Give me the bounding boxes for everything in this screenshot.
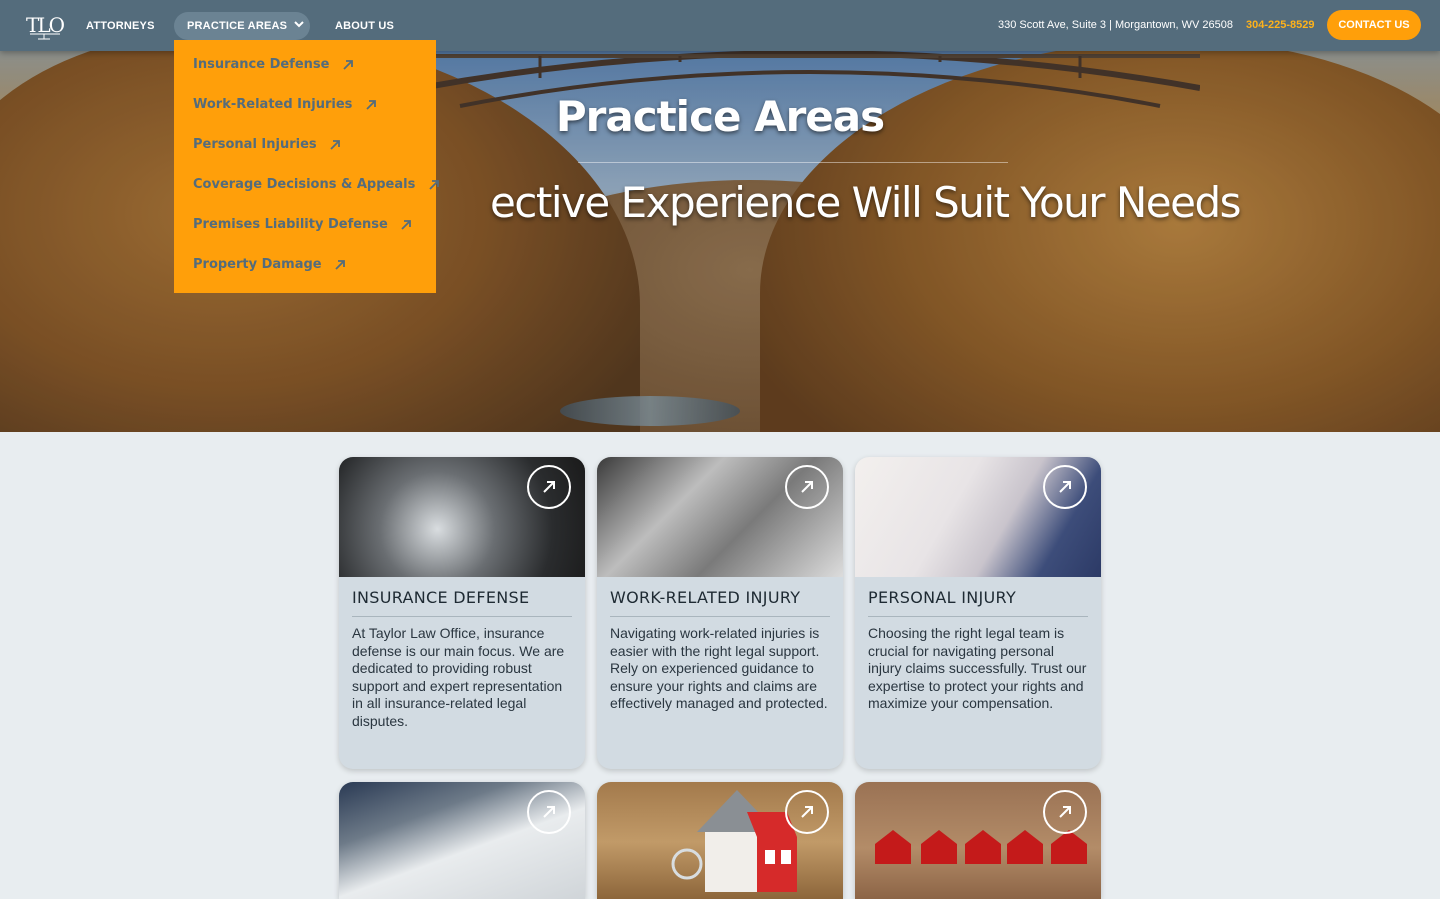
arrow-up-right-icon xyxy=(801,806,813,818)
hero-divider xyxy=(578,162,1008,163)
card-title: PERSONAL INJURY xyxy=(868,588,1017,607)
external-arrow-icon xyxy=(343,59,353,70)
card-description: At Taylor Law Office, insurance defense … xyxy=(352,625,565,729)
open-link-button[interactable] xyxy=(785,465,829,509)
open-link-button[interactable] xyxy=(527,790,571,834)
open-link-button[interactable] xyxy=(785,790,829,834)
phone-link[interactable]: 304-225-8529 xyxy=(1246,19,1315,31)
practice-card-premises[interactable] xyxy=(597,782,843,899)
open-link-button[interactable] xyxy=(527,465,571,509)
arrow-up-right-icon xyxy=(801,481,813,493)
external-arrow-icon xyxy=(330,139,341,150)
dropdown-item-label: Personal Injuries xyxy=(193,137,317,152)
nav-practice-label: PRACTICE AREAS xyxy=(187,20,288,32)
arrow-up-right-icon xyxy=(543,481,555,493)
dropdown-item-label: Coverage Decisions & Appeals xyxy=(193,177,416,192)
practice-card-property-damage[interactable] xyxy=(855,782,1101,899)
practice-card-coverage[interactable] xyxy=(339,782,585,899)
practice-card-work-related-injury[interactable]: WORK-RELATED INJURY Navigating work-rela… xyxy=(597,457,843,769)
external-arrow-icon xyxy=(429,179,439,190)
chevron-down-icon xyxy=(294,11,305,39)
nav-practice-areas[interactable]: PRACTICE AREAS xyxy=(174,12,310,40)
dropdown-item-label: Work-Related Injuries xyxy=(193,97,353,112)
dropdown-item[interactable]: Work-Related Injuries xyxy=(193,95,377,115)
hero-subtitle: ective Experience Will Suit Your Needs xyxy=(489,178,1242,227)
logo[interactable]: TLO xyxy=(24,8,64,42)
dropdown-item[interactable]: Personal Injuries xyxy=(193,135,341,155)
external-arrow-icon xyxy=(401,219,412,230)
office-address: 330 Scott Ave, Suite 3 | Morgantown, WV … xyxy=(998,19,1234,31)
dropdown-item[interactable]: Property Damage xyxy=(193,255,346,275)
card-description: Navigating work-related injuries is easi… xyxy=(610,625,828,712)
card-description: Choosing the right legal team is crucial… xyxy=(868,625,1087,712)
dropdown-item[interactable]: Premises Liability Defense xyxy=(193,215,412,235)
card-divider xyxy=(610,616,830,617)
external-arrow-icon xyxy=(366,99,376,110)
nav-attorneys[interactable]: ATTORNEYS xyxy=(86,12,155,40)
arrow-up-right-icon xyxy=(1059,481,1071,493)
external-arrow-icon xyxy=(335,259,346,270)
practice-card-insurance-defense[interactable]: INSURANCE DEFENSE At Taylor Law Office, … xyxy=(339,457,585,769)
dropdown-item-label: Premises Liability Defense xyxy=(193,217,388,232)
svg-text:TLO: TLO xyxy=(26,13,64,37)
card-title: WORK-RELATED INJURY xyxy=(610,588,801,607)
card-title: INSURANCE DEFENSE xyxy=(352,588,530,607)
scales-logo-icon: TLO xyxy=(26,13,64,40)
arrow-up-right-icon xyxy=(543,806,555,818)
arrow-up-right-icon xyxy=(1059,806,1071,818)
open-link-button[interactable] xyxy=(1043,465,1087,509)
dropdown-item-label: Property Damage xyxy=(193,257,322,272)
contact-us-button[interactable]: CONTACT US xyxy=(1327,10,1421,40)
open-link-button[interactable] xyxy=(1043,790,1087,834)
nav-about-us[interactable]: ABOUT US xyxy=(335,12,394,40)
practice-areas-dropdown: Insurance Defense Work-Related Injuries … xyxy=(174,40,439,293)
card-divider xyxy=(868,616,1088,617)
dropdown-item[interactable]: Insurance Defense xyxy=(193,55,354,75)
card-divider xyxy=(352,616,572,617)
practice-card-personal-injury[interactable]: PERSONAL INJURY Choosing the right legal… xyxy=(855,457,1101,769)
dropdown-item[interactable]: Coverage Decisions & Appeals xyxy=(193,175,440,195)
dropdown-item-label: Insurance Defense xyxy=(193,57,330,72)
